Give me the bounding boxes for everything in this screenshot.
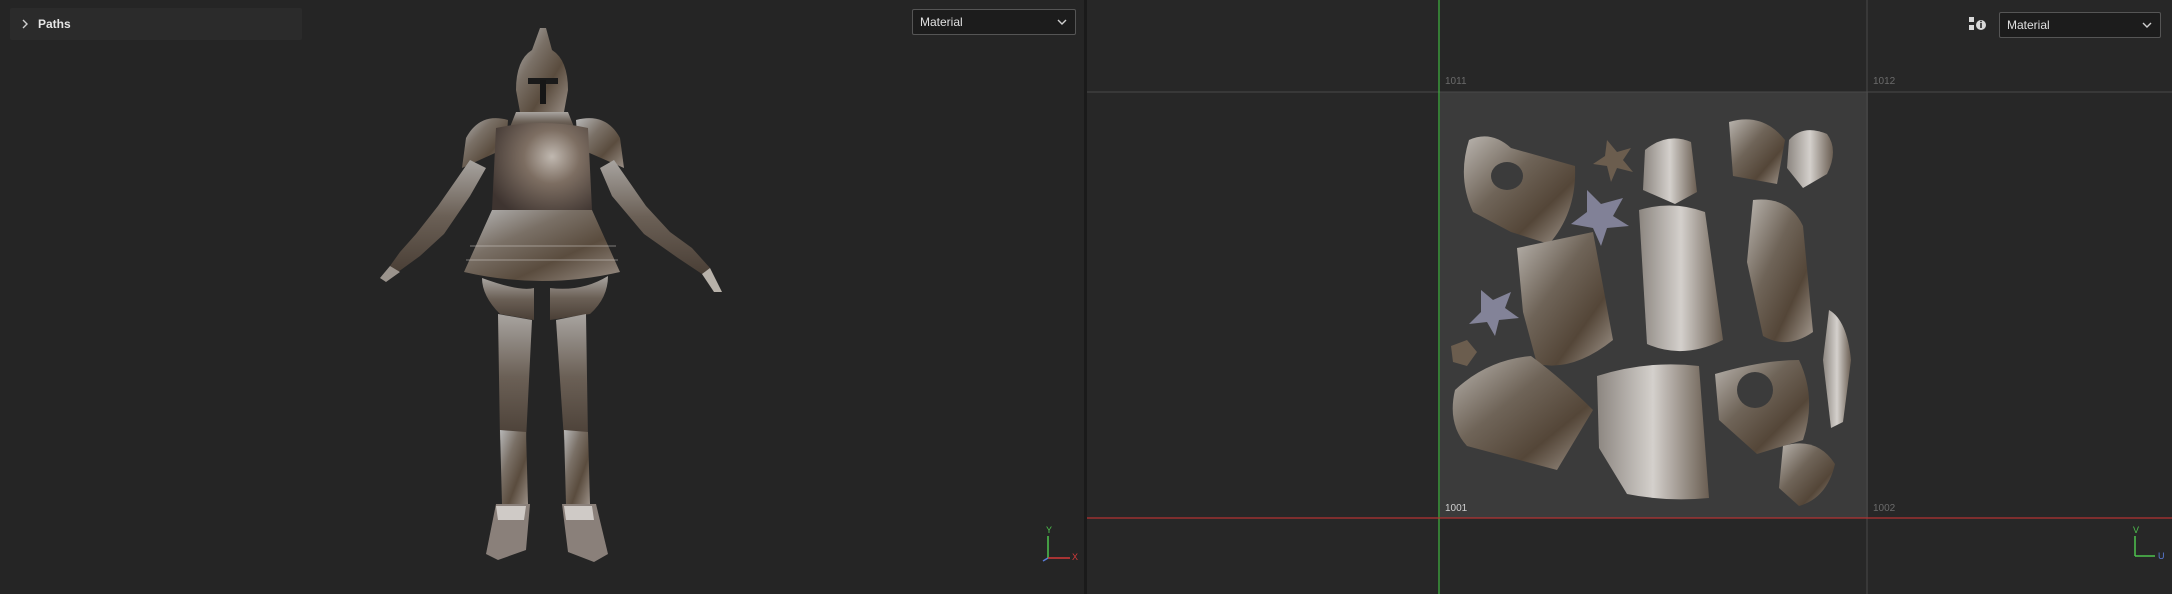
tile-label-1001: 1001: [1445, 503, 1468, 514]
paths-panel-label: Paths: [38, 17, 71, 31]
paths-panel-toggle[interactable]: Paths: [10, 8, 302, 40]
viewport-3d[interactable]: Paths Material Y X: [0, 0, 1084, 594]
axis-gizmo-uv: V U: [2133, 525, 2165, 561]
armor-model-render: [380, 28, 722, 562]
tile-label-1011: 1011: [1445, 76, 1467, 87]
app-root: Paths Material Y X 1011 1012 1001 1002 M…: [0, 0, 2172, 594]
display-mode-select-3d[interactable]: Material: [912, 9, 1076, 35]
tile-label-1012: 1012: [1873, 76, 1896, 87]
chevron-right-icon: [22, 19, 28, 29]
uv-grid: [1087, 0, 2172, 594]
viewport-uv[interactable]: 1011 1012 1001 1002 Material V U: [1087, 0, 2172, 594]
display-mode-value: Material: [920, 15, 963, 29]
gizmo-y-label: Y: [1046, 525, 1052, 535]
chevron-down-icon: [1057, 19, 1067, 25]
axis-gizmo-3d: Y X: [1042, 525, 1078, 562]
gizmo-v-label: V: [2133, 525, 2139, 535]
tile-label-1002: 1002: [1873, 503, 1896, 514]
gizmo-x-label: X: [1072, 552, 1078, 562]
uv-info-icon[interactable]: [1967, 14, 1987, 34]
chevron-down-icon: [2142, 22, 2152, 28]
display-mode-value: Material: [2007, 18, 2050, 32]
display-mode-select-uv[interactable]: Material: [1999, 12, 2161, 38]
gizmo-u-label: U: [2158, 551, 2165, 561]
